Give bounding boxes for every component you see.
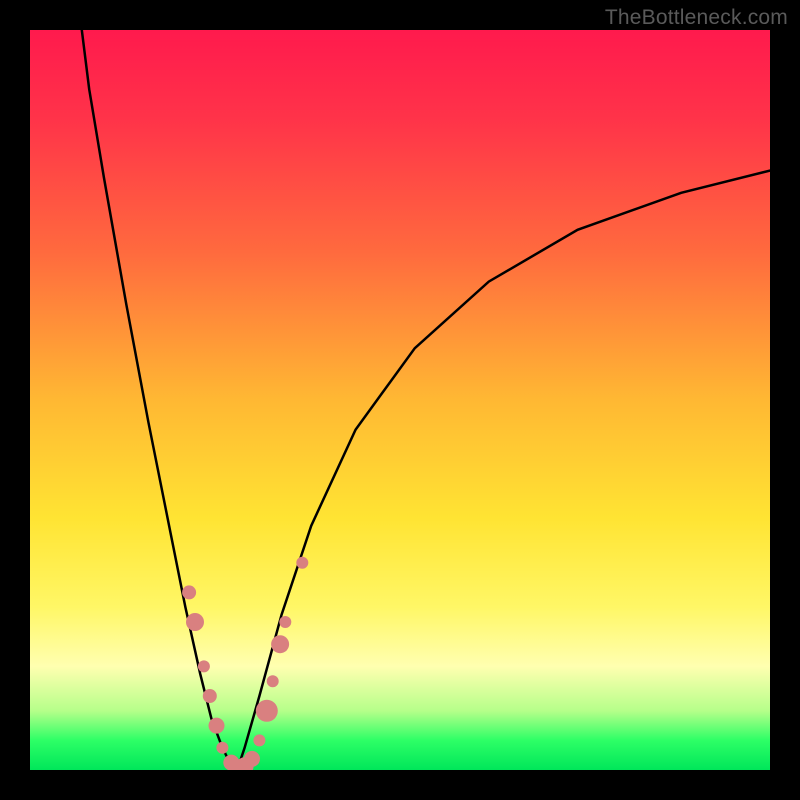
left-curve-path <box>82 30 237 770</box>
marker-dot <box>296 557 308 569</box>
right-curve-path <box>237 171 770 770</box>
marker-dot <box>256 700 278 722</box>
marker-dot <box>216 742 228 754</box>
marker-dot <box>267 675 279 687</box>
marker-dot <box>186 613 204 631</box>
marker-dot <box>253 734 265 746</box>
curve-svg <box>30 30 770 770</box>
marker-dot <box>198 660 210 672</box>
marker-dot <box>209 718 225 734</box>
chart-frame: TheBottleneck.com <box>0 0 800 800</box>
plot-area <box>30 30 770 770</box>
watermark-text: TheBottleneck.com <box>605 6 788 30</box>
marker-dot <box>203 689 217 703</box>
marker-dot <box>279 616 291 628</box>
marker-dot <box>244 751 260 767</box>
marker-dot <box>271 635 289 653</box>
marker-dot <box>182 585 196 599</box>
